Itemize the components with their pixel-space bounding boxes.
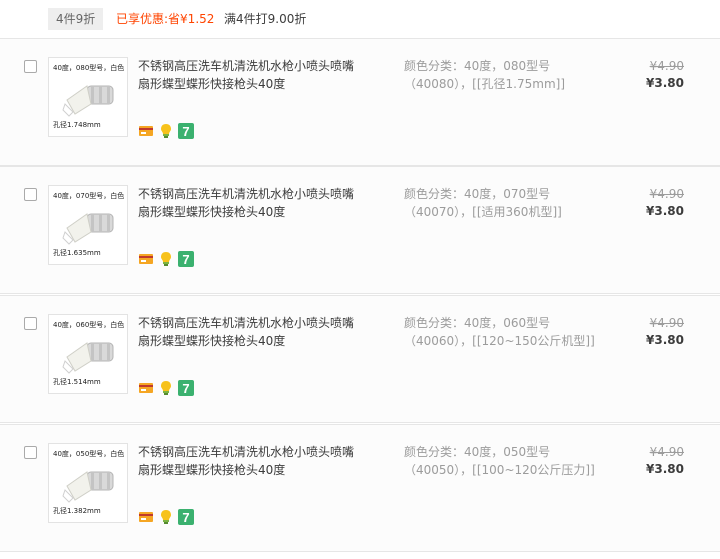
item-checkbox[interactable] bbox=[24, 188, 37, 201]
product-thumbnail[interactable]: 40度，060型号，白色 孔径1.514mm bbox=[48, 314, 128, 394]
nozzle-image bbox=[62, 342, 114, 374]
card-icon[interactable] bbox=[138, 509, 154, 525]
card-icon[interactable] bbox=[138, 251, 154, 267]
product-thumbnail[interactable]: 40度，070型号，白色 孔径1.635mm bbox=[48, 185, 128, 265]
original-price: ¥4.90 bbox=[649, 316, 684, 330]
current-price: ¥3.80 bbox=[646, 76, 684, 90]
sku-info: 颜色分类：40度，060型号 （40060），[[120~150公斤机型]] bbox=[404, 314, 624, 350]
seven-day-icon[interactable]: 7 bbox=[178, 509, 194, 525]
sku-info: 颜色分类：40度，070型号 （40070），[[适用360机型]] bbox=[404, 185, 624, 221]
thumb-caption: 孔径1.514mm bbox=[53, 378, 101, 386]
cart-item: 40度，050型号，白色 孔径1.382mm 不锈钢高压洗车机清洗机水枪小喷头喷… bbox=[0, 424, 720, 552]
card-icon[interactable] bbox=[138, 380, 154, 396]
svg-text:7: 7 bbox=[182, 124, 189, 139]
promo-tag: 4件9折 bbox=[48, 8, 104, 30]
thumb-caption: 孔径1.748mm bbox=[53, 121, 101, 129]
nozzle-image bbox=[62, 471, 114, 503]
seven-day-icon[interactable]: 7 bbox=[178, 123, 194, 139]
cart-item: 40度，060型号，白色 孔径1.514mm 不锈钢高压洗车机清洗机水枪小喷头喷… bbox=[0, 295, 720, 423]
nozzle-image bbox=[62, 85, 114, 117]
product-title[interactable]: 不锈钢高压洗车机清洗机水枪小喷头喷嘴扇形蝶型蝶形快接枪头40度 bbox=[138, 314, 364, 350]
nozzle-image bbox=[62, 213, 114, 245]
lamp-icon[interactable] bbox=[158, 380, 174, 396]
product-thumbnail[interactable]: 40度，050型号，白色 孔径1.382mm bbox=[48, 443, 128, 523]
original-price: ¥4.90 bbox=[649, 187, 684, 201]
product-title[interactable]: 不锈钢高压洗车机清洗机水枪小喷头喷嘴扇形蝶型蝶形快接枪头40度 bbox=[138, 185, 364, 221]
thumb-caption: 孔径1.635mm bbox=[53, 249, 101, 257]
sku-line-1: 颜色分类：40度，070型号 bbox=[404, 187, 551, 201]
current-price: ¥3.80 bbox=[646, 333, 684, 347]
cart-item: 40度，080型号，白色 孔径1.748mm 不锈钢高压洗车机清洗机水枪小喷头喷… bbox=[0, 38, 720, 166]
promo-bar: 4件9折 已享优惠:省¥1.52 满4件打9.00折 bbox=[0, 0, 720, 38]
svg-text:7: 7 bbox=[182, 252, 189, 267]
lamp-icon[interactable] bbox=[158, 251, 174, 267]
sku-line-2: （40050），[[100~120公斤压力]] bbox=[404, 463, 595, 477]
thumb-label: 40度，060型号，白色 bbox=[53, 321, 125, 329]
item-checkbox[interactable] bbox=[24, 317, 37, 330]
thumb-caption: 孔径1.382mm bbox=[53, 507, 101, 515]
sku-line-2: （40070），[[适用360机型]] bbox=[404, 205, 562, 219]
thumb-label: 40度，050型号，白色 bbox=[53, 450, 125, 458]
sku-line-1: 颜色分类：40度，080型号 bbox=[404, 59, 551, 73]
item-checkbox[interactable] bbox=[24, 60, 37, 73]
seven-day-icon[interactable]: 7 bbox=[178, 251, 194, 267]
promo-rule: 满4件打9.00折 bbox=[224, 12, 307, 26]
lamp-icon[interactable] bbox=[158, 123, 174, 139]
thumb-label: 40度，080型号，白色 bbox=[53, 64, 125, 72]
cart-item: 40度，070型号，白色 孔径1.635mm 不锈钢高压洗车机清洗机水枪小喷头喷… bbox=[0, 166, 720, 294]
svg-text:7: 7 bbox=[182, 510, 189, 525]
product-title[interactable]: 不锈钢高压洗车机清洗机水枪小喷头喷嘴扇形蝶型蝶形快接枪头40度 bbox=[138, 443, 364, 479]
svg-text:7: 7 bbox=[182, 381, 189, 396]
sku-line-2: （40060），[[120~150公斤机型]] bbox=[404, 334, 595, 348]
promo-saved-amount: 已享优惠:省¥1.52 bbox=[116, 12, 215, 26]
current-price: ¥3.80 bbox=[646, 204, 684, 218]
seven-day-icon[interactable]: 7 bbox=[178, 380, 194, 396]
sku-line-1: 颜色分类：40度，060型号 bbox=[404, 316, 551, 330]
lamp-icon[interactable] bbox=[158, 509, 174, 525]
original-price: ¥4.90 bbox=[649, 59, 684, 73]
product-title[interactable]: 不锈钢高压洗车机清洗机水枪小喷头喷嘴扇形蝶型蝶形快接枪头40度 bbox=[138, 57, 364, 93]
sku-info: 颜色分类：40度，080型号 （40080），[[孔径1.75mm]] bbox=[404, 57, 624, 93]
sku-info: 颜色分类：40度，050型号 （40050），[[100~120公斤压力]] bbox=[404, 443, 624, 479]
card-icon[interactable] bbox=[138, 123, 154, 139]
sku-line-2: （40080），[[孔径1.75mm]] bbox=[404, 77, 565, 91]
original-price: ¥4.90 bbox=[649, 445, 684, 459]
thumb-label: 40度，070型号，白色 bbox=[53, 192, 125, 200]
product-thumbnail[interactable]: 40度，080型号，白色 孔径1.748mm bbox=[48, 57, 128, 137]
item-checkbox[interactable] bbox=[24, 446, 37, 459]
sku-line-1: 颜色分类：40度，050型号 bbox=[404, 445, 551, 459]
current-price: ¥3.80 bbox=[646, 462, 684, 476]
